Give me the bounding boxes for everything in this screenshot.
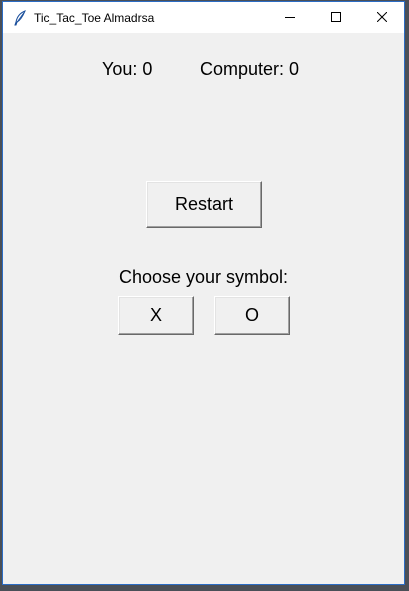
close-button[interactable]: [359, 2, 405, 33]
player-score: You: 0: [102, 59, 153, 79]
minimize-icon: [285, 17, 295, 18]
choose-o-button[interactable]: O: [214, 296, 290, 335]
choose-x-button[interactable]: X: [118, 296, 194, 335]
feather-icon: [13, 10, 27, 26]
title-bar[interactable]: Tic_Tac_Toe Almadrsa: [3, 2, 404, 33]
app-window: Tic_Tac_Toe Almadrsa You: 0 Computer: 0 …: [2, 1, 405, 585]
computer-score: Computer: 0: [200, 59, 300, 79]
maximize-icon: [331, 12, 341, 22]
window-title: Tic_Tac_Toe Almadrsa: [34, 11, 155, 25]
minimize-button[interactable]: [267, 2, 313, 33]
symbol-prompt: Choose your symbol:: [118, 267, 289, 287]
close-icon: [377, 12, 387, 22]
restart-button[interactable]: Restart: [146, 181, 262, 228]
maximize-button[interactable]: [313, 2, 359, 33]
